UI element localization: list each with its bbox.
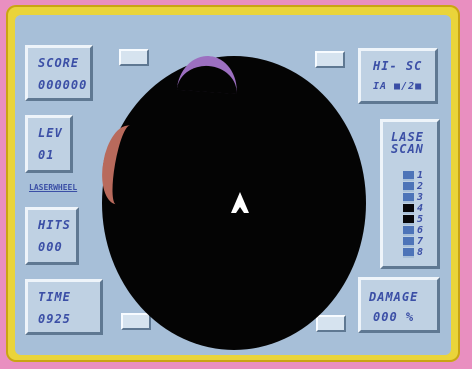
hiscore-value: IA ■/2■ (373, 81, 423, 92)
damage-label: DAMAGE (369, 290, 419, 304)
hits-label: HITS (38, 218, 71, 232)
score-label: SCORE (38, 56, 80, 70)
laser-scan-number-6: 6 (417, 225, 424, 236)
level-label: LEV (38, 126, 63, 140)
score-panel: SCORE 000000 (25, 45, 93, 101)
laser-scan-panel: LASE SCAN 12345678 (380, 119, 440, 269)
laser-scan-bar-4 (403, 204, 414, 214)
laser-scan-number-7: 7 (417, 236, 424, 247)
time-value: 0925 (38, 312, 71, 326)
game-screen: SCORE 000000 LEV 01 LASERWHEEL HITS 000 … (15, 15, 451, 355)
laser-scan-bar-8 (403, 248, 414, 258)
level-panel: LEV 01 (25, 115, 73, 173)
button-bottom-left[interactable] (121, 313, 151, 330)
laser-scan-number-8: 8 (417, 247, 424, 258)
laser-scan-number-1: 1 (417, 170, 424, 181)
hits-panel: HITS 000 (25, 207, 79, 265)
laser-scan-bar-2 (403, 182, 414, 192)
laser-scan-bar-6 (403, 226, 414, 236)
laser-scan-number-3: 3 (417, 192, 424, 203)
hits-value: 000 (38, 240, 63, 254)
damage-value: 000 % (373, 310, 415, 324)
hiscore-label: HI- SC (373, 59, 423, 73)
laser-scan-bar-1 (403, 171, 414, 181)
laser-scan-bar-3 (403, 193, 414, 203)
laser-scan-bar-5 (403, 215, 414, 225)
laser-scan-number-5: 5 (417, 214, 424, 225)
damage-panel: DAMAGE 000 % (358, 277, 440, 333)
laser-scan-bar-7 (403, 237, 414, 247)
level-value: 01 (38, 148, 55, 162)
time-label: TIME (38, 290, 71, 304)
laser-scan-number-4: 4 (417, 203, 424, 214)
laser-scan-number-2: 2 (417, 181, 424, 192)
laser-scan-scale: 12345678 (403, 171, 443, 271)
time-panel: TIME 0925 (25, 279, 103, 335)
button-top-left[interactable] (119, 49, 149, 66)
score-value: 000000 (38, 78, 88, 92)
weapon-label: LASERWHEEL (29, 183, 78, 192)
button-bottom-right[interactable] (316, 315, 346, 332)
hiscore-panel: HI- SC IA ■/2■ (358, 48, 438, 104)
player-ship-notch (236, 207, 244, 213)
button-top-right[interactable] (315, 51, 345, 68)
laser-scan-label-2: SCAN (391, 142, 424, 156)
